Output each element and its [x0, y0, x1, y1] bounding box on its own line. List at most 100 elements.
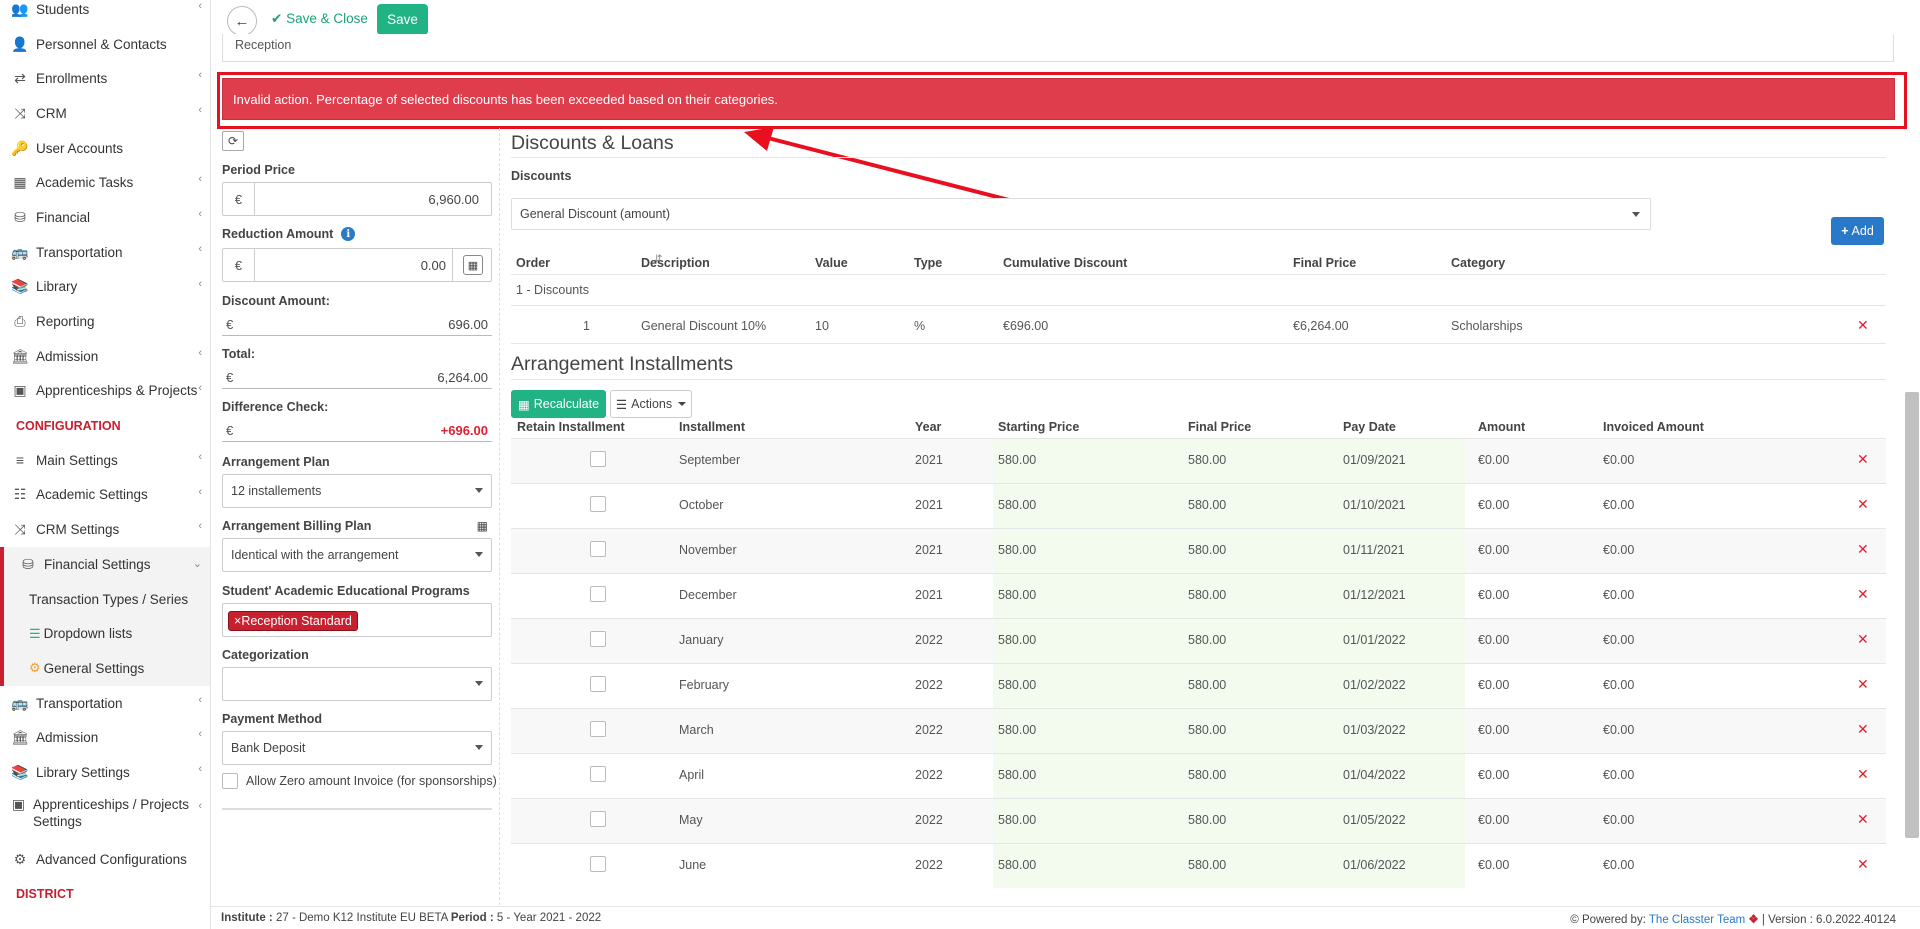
- discounts-col-header: Order: [516, 256, 551, 270]
- sidebar-item-personnel-contacts[interactable]: 👤 Personnel & Contacts: [0, 27, 210, 62]
- calculator-icon[interactable]: ▦: [463, 255, 483, 275]
- scrollbar[interactable]: [1905, 392, 1919, 838]
- sidebar-item-apprenticeships-projects[interactable]: ▣ Apprenticeships & Projects ‹: [0, 374, 210, 409]
- refresh-button[interactable]: ⟳: [222, 131, 244, 151]
- installment-cell-final: 580.00: [1188, 588, 1227, 602]
- calculator-icon: ▦: [476, 519, 488, 533]
- info-icon[interactable]: i: [341, 227, 356, 241]
- sidebar-item-library[interactable]: 📚 Library ‹: [0, 270, 210, 305]
- installment-cell-date: 01/12/2021: [1343, 588, 1406, 602]
- program-tag[interactable]: ×Reception Standard: [228, 611, 358, 631]
- sidebar-item-transportation[interactable]: 🚌 Transportation ‹: [0, 686, 210, 721]
- delete-icon[interactable]: ✕: [1857, 856, 1869, 873]
- delete-icon[interactable]: ✕: [1857, 721, 1869, 738]
- add-discount-button[interactable]: + Add: [1831, 217, 1884, 245]
- sidebar-item-user-accounts[interactable]: 🔑 User Accounts: [0, 131, 210, 166]
- column-divider: [499, 128, 500, 905]
- zero-invoice-checkbox[interactable]: [222, 773, 238, 789]
- save-button[interactable]: Save: [377, 4, 428, 35]
- installment-cell-start: 580.00: [998, 723, 1037, 737]
- period-label: Period :: [450, 912, 494, 924]
- installment-cell-start: 580.00: [998, 678, 1037, 692]
- sidebar-item-admission[interactable]: 🏛 Admission ‹: [0, 720, 210, 755]
- installment-cell-date: 01/04/2022: [1343, 768, 1406, 782]
- sidebar-item-admission[interactable]: 🏛 Admission ‹: [0, 339, 210, 374]
- chevron-left-icon: ‹: [198, 0, 202, 12]
- delete-icon[interactable]: ✕: [1857, 541, 1869, 558]
- divider: [511, 379, 1886, 380]
- version-label: | Version : 6.0.2022.40124: [1761, 914, 1896, 926]
- retain-installment-checkbox[interactable]: [590, 676, 606, 692]
- billing-plan-select[interactable]: Identical with the arrangement: [222, 538, 492, 572]
- sidebar-item-crm-settings[interactable]: ⤨ CRM Settings ‹: [0, 512, 210, 547]
- check-icon: ✔: [271, 11, 283, 26]
- save-close-button[interactable]: ✔ Save & Close: [271, 11, 368, 27]
- sidebar-config-nav: ≡ Main Settings ‹ ☷ Academic Settings ‹ ⤨ CRM S…: [0, 443, 210, 547]
- chevron-left-icon: ‹: [198, 381, 202, 394]
- delete-icon[interactable]: ✕: [1857, 496, 1869, 513]
- sidebar-item-academic-settings[interactable]: ☷ Academic Settings ‹: [0, 478, 210, 513]
- sidebar-item-reporting[interactable]: ⎙ Reporting: [0, 304, 210, 339]
- installment-cell-date: 01/03/2022: [1343, 723, 1406, 737]
- sidebar-item-crm[interactable]: ⤨ CRM ‹: [0, 96, 210, 131]
- delete-icon[interactable]: ✕: [1857, 766, 1869, 783]
- reception-field[interactable]: Reception: [222, 34, 1894, 62]
- delete-icon[interactable]: ✕: [1857, 811, 1869, 828]
- installment-cell-month: October: [679, 498, 724, 512]
- sidebar-item-financial-settings[interactable]: ⛁ Financial Settings ⌄: [0, 547, 210, 582]
- period-price-input[interactable]: € 6,960.00: [222, 182, 492, 216]
- payment-method-select[interactable]: Bank Deposit: [222, 731, 492, 765]
- printer-icon: ⎙: [14, 313, 26, 330]
- sidebar-item-advanced-configurations[interactable]: ⚙ Advanced Configurations: [0, 842, 210, 877]
- actions-dropdown[interactable]: ☰ Actions: [610, 390, 692, 418]
- sidebar-item-students[interactable]: 👥 Students ‹: [0, 0, 210, 27]
- sidebar-item-label: Apprenticeships / Projects Settings: [32, 796, 190, 829]
- retain-installment-checkbox[interactable]: [590, 856, 606, 872]
- categorization-select[interactable]: [222, 667, 492, 701]
- zero-invoice-option[interactable]: Allow Zero amount Invoice (for sponsorsh…: [222, 773, 497, 789]
- delete-icon[interactable]: ✕: [1857, 631, 1869, 648]
- back-button[interactable]: ←: [227, 6, 257, 36]
- retain-installment-checkbox[interactable]: [590, 811, 606, 827]
- sidebar-item-library-settings[interactable]: 📚 Library Settings ‹: [0, 755, 210, 790]
- delete-icon[interactable]: ✕: [1857, 451, 1869, 468]
- sidebar-item-main-settings[interactable]: ≡ Main Settings ‹: [0, 443, 210, 478]
- currency-symbol: €: [223, 183, 255, 215]
- sidebar-item-apprenticeships-projects-settings[interactable]: ▣ Apprenticeships / Projects Settings ‹: [0, 790, 210, 842]
- discount-select[interactable]: General Discount (amount): [511, 198, 1651, 230]
- total-label: Total:: [222, 347, 256, 361]
- sidebar-subitem-transaction-types[interactable]: Transaction Types / Series: [0, 581, 210, 617]
- installment-cell-final: 580.00: [1188, 768, 1227, 782]
- team-link[interactable]: The Classter Team: [1649, 914, 1745, 926]
- installment-row: November 2021 580.00 580.00 01/11/2021 €0.00 €…: [511, 528, 1886, 573]
- sidebar-item-financial[interactable]: ⛁ Financial ‹: [0, 200, 210, 235]
- retain-installment-checkbox[interactable]: [590, 541, 606, 557]
- installment-cell-amount: €0.00: [1478, 813, 1510, 827]
- sidebar-item-transportation[interactable]: 🚌 Transportation ‹: [0, 235, 210, 270]
- installment-cell-date: 01/01/2022: [1343, 633, 1406, 647]
- recalculate-button[interactable]: ▦ Recalculate: [511, 390, 606, 418]
- delete-icon[interactable]: ✕: [1857, 586, 1869, 603]
- chevron-left-icon: ‹: [198, 277, 202, 290]
- powered-by-label: Powered by:: [1581, 914, 1646, 926]
- user-icon: 👤: [11, 35, 29, 52]
- sidebar-subitem-general-settings[interactable]: ⚙ General Settings: [0, 651, 210, 686]
- delete-icon[interactable]: ✕: [1857, 317, 1869, 334]
- sidebar-item-academic-tasks[interactable]: ▦ Academic Tasks ‹: [0, 165, 210, 200]
- installment-cell-start: 580.00: [998, 858, 1037, 872]
- retain-installment-checkbox[interactable]: [590, 631, 606, 647]
- arrangement-plan-select[interactable]: 12 installements: [222, 474, 492, 508]
- reduction-amount-input[interactable]: € 0.00 ▦: [222, 248, 492, 282]
- sidebar-subitem-dropdown-lists[interactable]: ☰ Dropdown lists: [0, 616, 210, 652]
- retain-installment-checkbox[interactable]: [590, 766, 606, 782]
- delete-icon[interactable]: ✕: [1857, 676, 1869, 693]
- retain-installment-checkbox[interactable]: [590, 721, 606, 737]
- retain-installment-checkbox[interactable]: [590, 496, 606, 512]
- sort-icon[interactable]: ⇵: [654, 254, 662, 265]
- programs-multiselect[interactable]: ×Reception Standard: [222, 603, 492, 637]
- installments-title: Arrangement Installments: [511, 353, 734, 375]
- discounts-col-header: Type: [914, 256, 943, 270]
- sidebar-item-enrollments[interactable]: ⇄ Enrollments ‹: [0, 61, 210, 96]
- retain-installment-checkbox[interactable]: [590, 451, 606, 467]
- retain-installment-checkbox[interactable]: [590, 586, 606, 602]
